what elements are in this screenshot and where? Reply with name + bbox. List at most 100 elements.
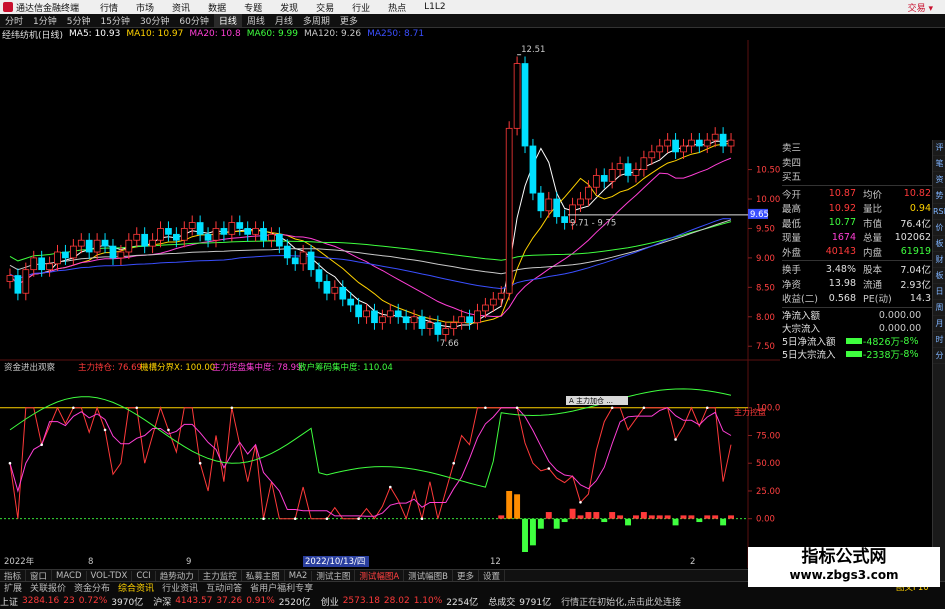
right-side-tab[interactable]: 资	[933, 172, 945, 188]
quote-value: 61919	[900, 246, 931, 258]
x-label: 2	[690, 557, 695, 567]
menu-news[interactable]: 资讯	[163, 1, 199, 14]
right-side-tab[interactable]: 周	[933, 300, 945, 316]
indicator-tab[interactable]: VOL-TDX	[87, 570, 133, 581]
candle-up	[450, 322, 458, 329]
quote-row: 最低 10.77 市值 76.4亿	[782, 216, 932, 231]
right-side-tab[interactable]: 板	[933, 268, 945, 284]
right-side-tab[interactable]: 笔	[933, 156, 945, 172]
indicator-tab[interactable]: 指标	[0, 569, 27, 582]
candle-up	[664, 139, 672, 147]
period-tab[interactable]: 周线	[242, 14, 270, 27]
right-side-tab[interactable]: 评	[933, 140, 945, 156]
period-tab[interactable]: 15分钟	[95, 14, 134, 27]
quote-value: 10.87	[828, 188, 856, 200]
bottom-tab[interactable]: 省用户福利专享	[246, 581, 317, 594]
inflow-bar	[569, 508, 576, 519]
right-side-tab[interactable]: 分	[933, 348, 945, 364]
x-label: 9	[186, 557, 191, 567]
right-side-tab[interactable]: 月	[933, 316, 945, 332]
bottom-tab[interactable]: 扩展	[0, 581, 26, 594]
total-turnover-label: 总成交	[488, 597, 516, 608]
indicator-tab[interactable]: 更多	[453, 569, 480, 582]
indicator-tab-active[interactable]: 测试幅图A	[355, 569, 405, 582]
menu-discover[interactable]: 发现	[271, 1, 307, 14]
indicator-tab[interactable]: MA2	[285, 570, 313, 581]
quote-value: 102062	[894, 231, 931, 243]
menu-industry[interactable]: 行业	[343, 1, 379, 14]
bottom-tab[interactable]: 资金分布	[70, 581, 114, 594]
indicator-tab[interactable]: 私募主图	[242, 569, 285, 582]
menu-data[interactable]: 数据	[199, 1, 235, 14]
candle-down	[220, 228, 228, 235]
period-tab[interactable]: 5分钟	[62, 14, 96, 27]
indicator-tab[interactable]: 趋势动力	[156, 569, 199, 582]
candle-up	[513, 63, 521, 129]
outflow-bar	[522, 518, 528, 552]
signal-dot	[674, 438, 677, 441]
status-message[interactable]: 行情正在初始化,点击此处连接	[561, 595, 685, 608]
candle-down	[244, 228, 252, 235]
bottom-tab[interactable]: 互动问答	[202, 581, 246, 594]
candle-down	[14, 275, 22, 294]
candle-down	[672, 139, 679, 153]
right-side-tab[interactable]: 势	[933, 188, 945, 204]
chart-area[interactable]: 10.50 10.00 9.50 9.00 8.50 8.00 7.50 12.51 7.6…	[0, 40, 780, 568]
indicator-tab[interactable]: 测试主图	[312, 569, 356, 582]
bottom-tab-active[interactable]: 综合资讯	[114, 581, 158, 594]
outflow-bar	[561, 518, 568, 523]
ma5-label: MA5: 10.93	[69, 29, 121, 39]
signal-dot	[547, 467, 551, 470]
candle-up	[268, 233, 275, 241]
menu-hot[interactable]: 热点	[379, 1, 415, 14]
candle-down	[291, 257, 299, 265]
right-side-tab[interactable]: 价	[933, 220, 945, 236]
signal-dot	[8, 461, 12, 465]
right-side-tab[interactable]: 财	[933, 252, 945, 268]
price-tick-label: 8.00	[756, 313, 775, 323]
indicator-tab[interactable]: 窗口	[26, 569, 53, 582]
signal-dot	[579, 500, 582, 504]
candle-down	[434, 322, 442, 335]
indicator-tab[interactable]: MACD	[52, 570, 87, 581]
period-tab[interactable]: 60分钟	[174, 14, 213, 27]
trade-link[interactable]: 交易 ▾	[908, 1, 945, 14]
period-tab[interactable]: 分时	[0, 14, 28, 27]
quote-value: 3.48%	[825, 263, 856, 275]
menu-l1l2[interactable]: L1L2	[415, 2, 454, 12]
period-tab[interactable]: 更多	[335, 14, 363, 27]
menu-trade[interactable]: 交易	[307, 1, 343, 14]
app-name: 通达信金融终端	[16, 3, 80, 14]
right-side-tab[interactable]: 日	[933, 284, 945, 300]
right-side-tab[interactable]: RSI	[933, 204, 945, 220]
watermark-title: 指标公式网	[801, 547, 887, 567]
menu-markets[interactable]: 市场	[127, 1, 163, 14]
bottom-tab[interactable]: 关联报价	[26, 581, 70, 594]
indicator-tab[interactable]: CCI	[132, 570, 156, 581]
period-tab[interactable]: 月线	[270, 14, 298, 27]
candle-up	[180, 228, 188, 241]
quote-value: 13.98	[828, 278, 856, 290]
period-tab[interactable]: 30分钟	[135, 14, 174, 27]
period-tab-active[interactable]: 日线	[213, 14, 242, 27]
signal-dot	[642, 406, 646, 410]
right-side-tab[interactable]: 时	[933, 332, 945, 348]
menu-market[interactable]: 行情	[91, 1, 127, 14]
ma60-label: MA60: 9.99	[246, 29, 299, 39]
indicator-tab[interactable]: 主力监控	[199, 569, 242, 582]
bottom-tab[interactable]: 行业资讯	[158, 581, 202, 594]
inflow-bar	[498, 515, 505, 519]
menu-topics[interactable]: 专题	[235, 1, 271, 14]
flow-label: 大宗流入	[782, 324, 821, 335]
period-tab[interactable]: 多周期	[298, 14, 335, 27]
candle-up	[577, 198, 584, 206]
indicator-tab[interactable]: 设置	[479, 569, 506, 582]
indicator-tab[interactable]: 测试幅图B	[404, 569, 453, 582]
flow-row: 5日净流入额 -4826万 -8%	[782, 335, 932, 349]
right-side-tab[interactable]: 板	[933, 236, 945, 252]
candle-down	[236, 222, 244, 229]
x-label: 2022年	[4, 556, 35, 567]
index-pct: 0.72%	[78, 596, 108, 606]
period-tab[interactable]: 1分钟	[28, 14, 62, 27]
candle-down	[355, 304, 362, 318]
